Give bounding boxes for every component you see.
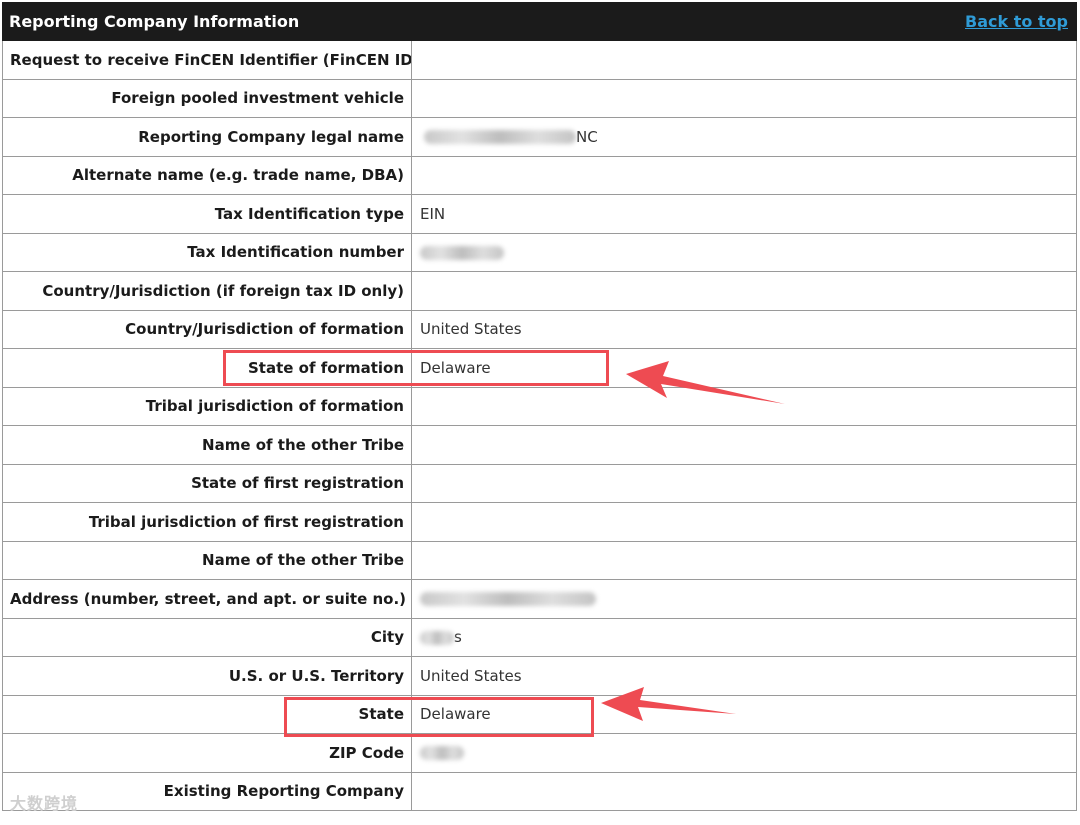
- field-value: EIN: [411, 194, 1077, 234]
- table-row: Country/Jurisdiction of formation United…: [2, 309, 1077, 349]
- field-value: [411, 540, 1077, 580]
- table-row: U.S. or U.S. Territory United States: [2, 656, 1077, 696]
- field-label: Alternate name (e.g. trade name, DBA): [2, 155, 412, 195]
- back-to-top-link[interactable]: Back to top: [965, 12, 1068, 31]
- field-value: [411, 425, 1077, 465]
- field-value: Delaware: [411, 348, 1077, 388]
- field-value: [411, 78, 1077, 118]
- field-value: United States: [411, 656, 1077, 696]
- table-row: Tax Identification type EIN: [2, 194, 1077, 234]
- table-row: Existing Reporting Company: [2, 771, 1077, 811]
- field-label: Address (number, street, and apt. or sui…: [2, 579, 412, 619]
- table-row: Reporting Company legal name NC: [2, 117, 1077, 157]
- table-row: State of first registration: [2, 463, 1077, 503]
- field-label: Country/Jurisdiction (if foreign tax ID …: [2, 271, 412, 311]
- field-value: NC: [576, 127, 598, 146]
- table-row: Name of the other Tribe: [2, 425, 1077, 465]
- table-row: Country/Jurisdiction (if foreign tax ID …: [2, 271, 1077, 311]
- field-label: Name of the other Tribe: [2, 425, 412, 465]
- table-row: City s: [2, 617, 1077, 657]
- field-label: Country/Jurisdiction of formation: [2, 309, 412, 349]
- field-label: Tribal jurisdiction of formation: [2, 386, 412, 426]
- field-value: Delaware: [411, 694, 1077, 734]
- field-label: Tax Identification type: [2, 194, 412, 234]
- table-row: Alternate name (e.g. trade name, DBA): [2, 155, 1077, 195]
- field-label: Name of the other Tribe: [2, 540, 412, 580]
- field-value: s: [454, 628, 462, 647]
- redacted-value: [420, 746, 464, 761]
- field-value: [411, 40, 1077, 80]
- field-label: State of formation: [2, 348, 412, 388]
- table-row: State Delaware: [2, 694, 1077, 734]
- field-label: U.S. or U.S. Territory: [2, 656, 412, 696]
- table-row: Tribal jurisdiction of formation: [2, 386, 1077, 426]
- field-value: [411, 155, 1077, 195]
- field-label: ZIP Code: [2, 733, 412, 773]
- field-value: [411, 502, 1077, 542]
- field-value: United States: [411, 309, 1077, 349]
- redacted-value: [424, 130, 576, 145]
- field-value: [411, 271, 1077, 311]
- redacted-value: [420, 630, 454, 645]
- table-row: Tribal jurisdiction of first registratio…: [2, 502, 1077, 542]
- table-header-row: Reporting Company Information Back to to…: [2, 2, 1077, 41]
- field-label: State: [2, 694, 412, 734]
- field-label: Reporting Company legal name: [2, 117, 412, 157]
- table-row: Name of the other Tribe: [2, 540, 1077, 580]
- table-row: Request to receive FinCEN Identifier (Fi…: [2, 40, 1077, 80]
- table-row: Tax Identification number: [2, 232, 1077, 272]
- field-label: Tax Identification number: [2, 232, 412, 272]
- field-value: [411, 463, 1077, 503]
- section-title: Reporting Company Information: [2, 2, 412, 41]
- field-label: State of first registration: [2, 463, 412, 503]
- table-row: ZIP Code: [2, 733, 1077, 773]
- field-value: [411, 771, 1077, 811]
- field-label: Request to receive FinCEN Identifier (Fi…: [2, 40, 412, 80]
- field-label: Foreign pooled investment vehicle: [2, 78, 412, 118]
- reporting-company-section: Reporting Company Information Back to to…: [2, 2, 1077, 811]
- watermark: 大数跨境: [10, 794, 79, 813]
- field-value: [411, 386, 1077, 426]
- field-label: Tribal jurisdiction of first registratio…: [2, 502, 412, 542]
- table-row: State of formation Delaware: [2, 348, 1077, 388]
- redacted-value: [420, 245, 504, 260]
- redacted-value: [420, 592, 596, 607]
- table-row: Foreign pooled investment vehicle: [2, 78, 1077, 118]
- field-label: City: [2, 617, 412, 657]
- table-row: Address (number, street, and apt. or sui…: [2, 579, 1077, 619]
- reporting-company-table: Reporting Company Information Back to to…: [2, 2, 1077, 811]
